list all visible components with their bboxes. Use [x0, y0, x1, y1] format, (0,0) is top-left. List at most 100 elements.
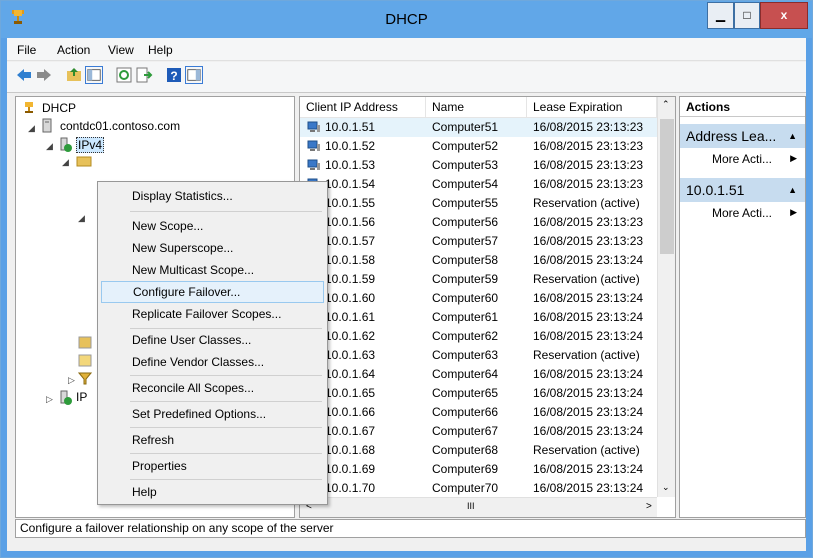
- status-bar: Configure a failover relationship on any…: [15, 519, 806, 538]
- help-icon[interactable]: ?: [165, 66, 183, 84]
- vertical-scrollbar[interactable]: ⌃ ⌄: [657, 97, 675, 497]
- menu-action[interactable]: Action: [57, 43, 90, 57]
- cell-lease-expiration: 16/08/2015 23:13:24: [533, 291, 644, 305]
- title-bar[interactable]: DHCP ▁ □ x: [1, 1, 812, 38]
- column-lease-expiration[interactable]: Lease Expiration: [527, 97, 657, 117]
- table-row[interactable]: 10.0.1.59 Computer59 Reservation (active): [300, 270, 657, 289]
- back-icon[interactable]: [15, 66, 33, 84]
- horizontal-scrollbar[interactable]: < III >: [300, 497, 657, 517]
- table-row[interactable]: 10.0.1.62 Computer62 16/08/2015 23:13:24: [300, 327, 657, 346]
- cell-client-ip: 10.0.1.66: [325, 405, 376, 419]
- column-client-ip[interactable]: Client IP Address: [300, 97, 426, 117]
- scroll-right-icon[interactable]: >: [646, 501, 652, 512]
- menu-define-vendor-classes[interactable]: Define Vendor Classes...: [101, 351, 324, 373]
- menu-bar: File Action View Help: [7, 38, 806, 61]
- menu-set-predefined-options[interactable]: Set Predefined Options...: [101, 403, 324, 425]
- table-row[interactable]: 10.0.1.69 Computer69 16/08/2015 23:13:24: [300, 460, 657, 479]
- menu-properties[interactable]: Properties: [101, 455, 324, 477]
- forward-icon[interactable]: [35, 66, 53, 84]
- svg-text:?: ?: [170, 69, 177, 83]
- menu-display-statistics[interactable]: Display Statistics...: [101, 185, 324, 207]
- table-row[interactable]: 10.0.1.60 Computer60 16/08/2015 23:13:24: [300, 289, 657, 308]
- close-button[interactable]: x: [760, 2, 808, 29]
- collapse-icon[interactable]: ▲: [788, 178, 797, 202]
- column-name[interactable]: Name: [426, 97, 527, 117]
- table-row[interactable]: 10.0.1.65 Computer65 16/08/2015 23:13:24: [300, 384, 657, 403]
- tree-ipv6-label[interactable]: IP: [76, 390, 87, 404]
- client-area: File Action View Help ? DHCP ◢ contdc01.…: [7, 38, 806, 551]
- menu-reconcile-all-scopes[interactable]: Reconcile All Scopes...: [101, 377, 324, 399]
- table-row[interactable]: 10.0.1.58 Computer58 16/08/2015 23:13:24: [300, 251, 657, 270]
- actions-section-address-leases[interactable]: Address Lea... ▲: [680, 124, 805, 148]
- expand-server-icon[interactable]: ◢: [28, 123, 35, 134]
- expand-ipv6-icon[interactable]: ▷: [46, 394, 53, 405]
- maximize-button[interactable]: □: [734, 2, 760, 29]
- table-row[interactable]: 10.0.1.67 Computer67 16/08/2015 23:13:24: [300, 422, 657, 441]
- table-row[interactable]: 10.0.1.64 Computer64 16/08/2015 23:13:24: [300, 365, 657, 384]
- table-row[interactable]: 10.0.1.52 Computer52 16/08/2015 23:13:23: [300, 137, 657, 156]
- menu-new-superscope[interactable]: New Superscope...: [101, 237, 324, 259]
- up-folder-icon[interactable]: [65, 66, 83, 84]
- table-row[interactable]: 10.0.1.51 Computer51 16/08/2015 23:13:23: [300, 118, 657, 137]
- table-row[interactable]: 10.0.1.56 Computer56 16/08/2015 23:13:23: [300, 213, 657, 232]
- expand-scope-icon[interactable]: ◢: [62, 157, 69, 168]
- expand-subnode-icon[interactable]: ◢: [78, 213, 85, 224]
- policies-icon: [78, 354, 92, 367]
- cell-lease-expiration: 16/08/2015 23:13:24: [533, 424, 644, 438]
- cell-lease-expiration: 16/08/2015 23:13:23: [533, 139, 644, 153]
- menu-new-scope[interactable]: New Scope...: [101, 215, 324, 237]
- table-row[interactable]: 10.0.1.55 Computer55 Reservation (active): [300, 194, 657, 213]
- show-hide-tree-icon[interactable]: [85, 66, 103, 84]
- menu-file[interactable]: File: [17, 43, 36, 57]
- menu-configure-failover[interactable]: Configure Failover...: [101, 281, 324, 303]
- cell-client-ip: 10.0.1.64: [325, 367, 376, 381]
- minimize-button[interactable]: ▁: [707, 2, 734, 29]
- menu-new-multicast-scope[interactable]: New Multicast Scope...: [101, 259, 324, 281]
- cell-name: Computer58: [432, 253, 499, 267]
- expand-ipv4-icon[interactable]: ◢: [46, 141, 53, 152]
- table-row[interactable]: 10.0.1.63 Computer63 Reservation (active): [300, 346, 657, 365]
- table-row[interactable]: 10.0.1.68 Computer68 Reservation (active): [300, 441, 657, 460]
- menu-define-user-classes[interactable]: Define User Classes...: [101, 329, 324, 351]
- table-row[interactable]: 10.0.1.53 Computer53 16/08/2015 23:13:23: [300, 156, 657, 175]
- cell-client-ip: 10.0.1.60: [325, 291, 376, 305]
- submenu-arrow-icon: ▶: [790, 207, 797, 217]
- menu-view[interactable]: View: [108, 43, 134, 57]
- table-row[interactable]: 10.0.1.66 Computer66 16/08/2015 23:13:24: [300, 403, 657, 422]
- menu-refresh[interactable]: Refresh: [101, 429, 324, 451]
- table-row[interactable]: 10.0.1.70 Computer70 16/08/2015 23:13:24: [300, 479, 657, 498]
- refresh-icon[interactable]: [115, 66, 133, 84]
- cell-name: Computer59: [432, 272, 499, 286]
- more-actions-link[interactable]: More Acti...: [712, 152, 772, 166]
- export-list-icon[interactable]: [135, 66, 153, 84]
- cell-lease-expiration: 16/08/2015 23:13:24: [533, 386, 644, 400]
- menu-help-item[interactable]: Help: [101, 481, 324, 503]
- collapse-icon[interactable]: ▲: [788, 124, 797, 148]
- actions-section-selected-lease[interactable]: 10.0.1.51 ▲: [680, 178, 805, 202]
- cell-name: Computer68: [432, 443, 499, 457]
- vertical-scroll-thumb[interactable]: [660, 119, 674, 254]
- expand-filters-icon[interactable]: ▷: [68, 375, 75, 386]
- scroll-up-icon[interactable]: ⌃: [662, 99, 670, 110]
- menu-replicate-failover-scopes[interactable]: Replicate Failover Scopes...: [101, 303, 324, 325]
- submenu-arrow-icon: ▶: [790, 153, 797, 163]
- table-row[interactable]: 10.0.1.61 Computer61 16/08/2015 23:13:24: [300, 308, 657, 327]
- menu-separator: [130, 211, 322, 212]
- cell-lease-expiration: 16/08/2015 23:13:24: [533, 310, 644, 324]
- cell-name: Computer56: [432, 215, 499, 229]
- cell-lease-expiration: 16/08/2015 23:13:23: [533, 215, 644, 229]
- scroll-down-icon[interactable]: ⌄: [662, 482, 670, 493]
- horizontal-scroll-thumb[interactable]: III: [467, 501, 475, 511]
- cell-lease-expiration: 16/08/2015 23:13:24: [533, 462, 644, 476]
- tree-ipv4-label[interactable]: IPv4: [76, 137, 105, 153]
- table-row[interactable]: 10.0.1.57 Computer57 16/08/2015 23:13:23: [300, 232, 657, 251]
- tree-server-label[interactable]: contdc01.contoso.com: [60, 119, 180, 133]
- cell-client-ip: 10.0.1.57: [325, 234, 376, 248]
- tree-root-label[interactable]: DHCP: [42, 101, 76, 115]
- show-hide-action-pane-icon[interactable]: [185, 66, 203, 84]
- cell-lease-expiration: Reservation (active): [533, 272, 640, 286]
- address-leases-list[interactable]: Client IP Address Name Lease Expiration …: [299, 96, 676, 518]
- more-actions-link[interactable]: More Acti...: [712, 206, 772, 220]
- menu-help[interactable]: Help: [148, 43, 173, 57]
- table-row[interactable]: 10.0.1.54 Computer54 16/08/2015 23:13:23: [300, 175, 657, 194]
